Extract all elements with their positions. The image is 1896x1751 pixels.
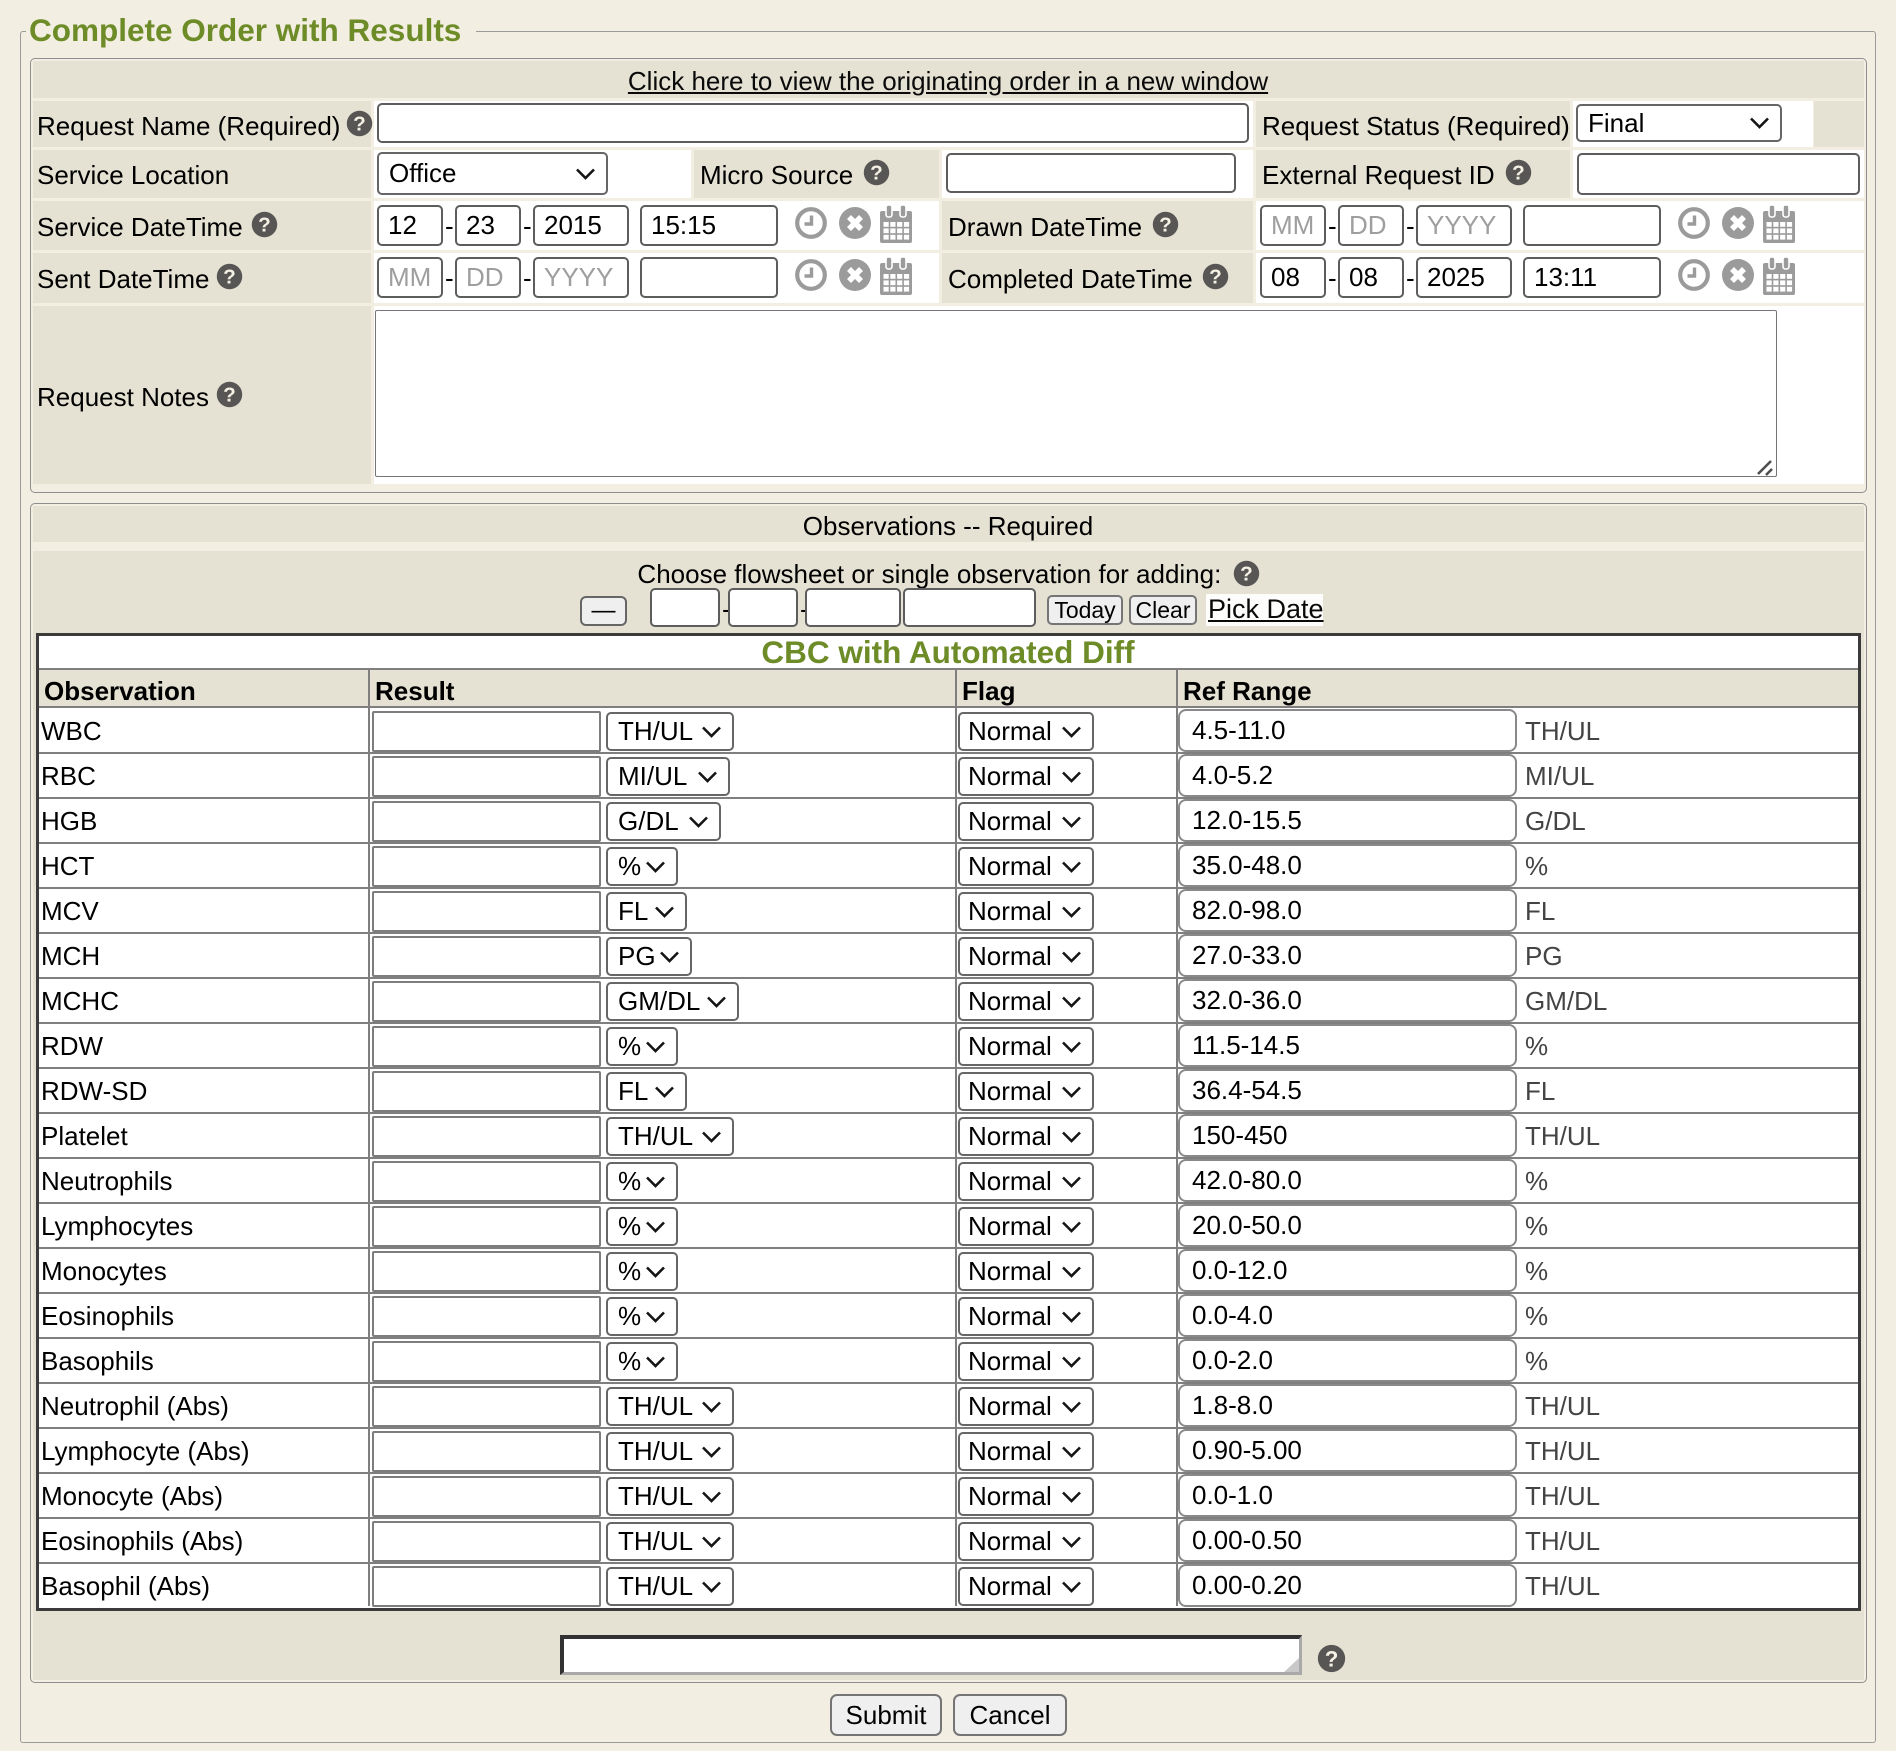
svg-text:?: ? <box>1512 162 1525 185</box>
svg-text:?: ? <box>223 266 236 289</box>
svg-text:?: ? <box>1325 1646 1339 1671</box>
svg-text:?: ? <box>1240 563 1253 586</box>
svg-text:?: ? <box>1159 214 1172 237</box>
svg-text:?: ? <box>870 162 883 185</box>
svg-text:?: ? <box>258 214 271 237</box>
svg-text:?: ? <box>1209 266 1222 289</box>
svg-text:?: ? <box>223 384 236 407</box>
svg-text:?: ? <box>353 113 366 136</box>
